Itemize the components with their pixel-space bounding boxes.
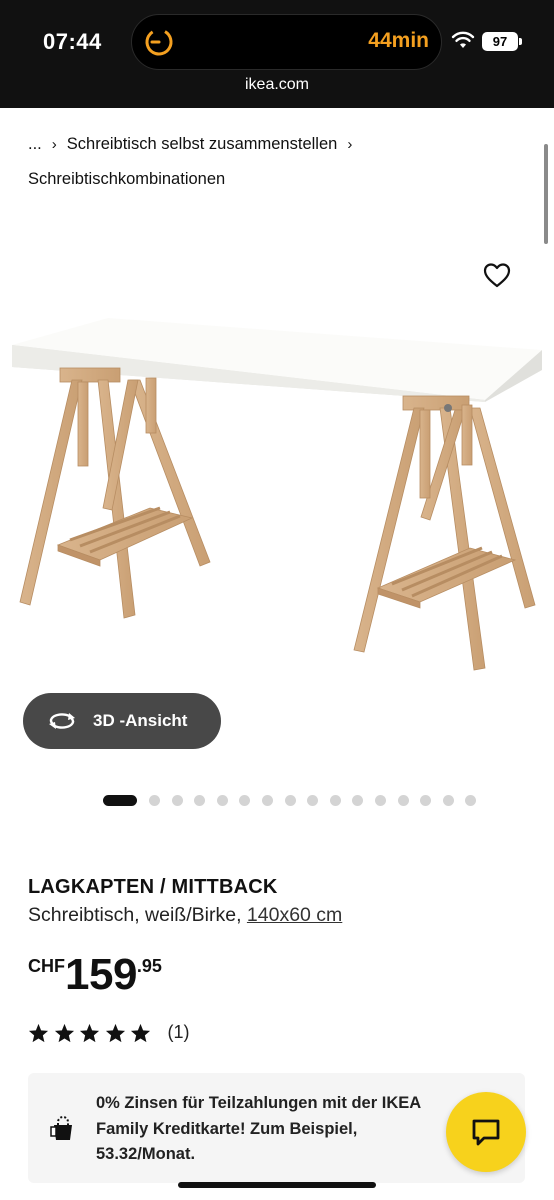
- star-icon: [105, 1023, 125, 1042]
- battery-indicator: 97: [482, 32, 522, 51]
- product-description-text: Schreibtisch, weiß/Birke,: [28, 904, 247, 926]
- carousel-dot[interactable]: [329, 794, 341, 806]
- browser-url[interactable]: ikea.com: [0, 76, 554, 94]
- carousel-dot[interactable]: [374, 794, 386, 806]
- view-3d-button[interactable]: 3D -Ansicht: [23, 693, 221, 749]
- breadcrumb: ... › Schreibtisch selbst zusammenstellen ›…: [28, 127, 518, 196]
- carousel-dot[interactable]: [171, 794, 183, 806]
- carousel-dot[interactable]: [194, 794, 206, 806]
- carousel-dot[interactable]: [397, 794, 409, 806]
- price-main: 159: [65, 950, 137, 999]
- product-price: CHF 159 .95: [28, 952, 162, 998]
- wifi-icon: [451, 31, 475, 48]
- carousel-dot[interactable]: [261, 794, 273, 806]
- rating-count: (1): [167, 1022, 190, 1042]
- status-bar: 07:44 44min 97 ikea.com: [0, 0, 554, 108]
- price-decimal: .95: [136, 956, 162, 976]
- price-currency: CHF: [28, 956, 65, 976]
- carousel-dot[interactable]: [103, 794, 137, 806]
- star-icon: [28, 1023, 49, 1042]
- star-icon: [54, 1023, 74, 1042]
- shopping-bag-icon: [50, 1116, 72, 1140]
- breadcrumb-item-desk-combinations[interactable]: Schreibtischkombinationen: [28, 170, 225, 188]
- star-icon: [130, 1023, 151, 1042]
- star-icon: [79, 1023, 100, 1042]
- status-time: 07:44: [43, 29, 102, 54]
- financing-text: 0% Zinsen für Teilzahlungen mit der IKEA…: [96, 1094, 421, 1163]
- carousel-dot[interactable]: [149, 794, 160, 806]
- chat-icon: [472, 1119, 500, 1146]
- product-description: Schreibtisch, weiß/Birke, 140x60 cm: [28, 904, 342, 927]
- breadcrumb-ellipsis[interactable]: ...: [28, 135, 42, 153]
- carousel-dot[interactable]: [420, 794, 432, 806]
- carousel-dot[interactable]: [307, 794, 319, 806]
- dynamic-island[interactable]: 44min: [131, 14, 442, 70]
- breadcrumb-item-desk-configurator[interactable]: Schreibtisch selbst zusammenstellen: [67, 135, 338, 153]
- carousel-dot[interactable]: [465, 794, 477, 806]
- heart-icon[interactable]: [483, 262, 511, 288]
- carousel-dot[interactable]: [284, 794, 296, 806]
- carousel-dot[interactable]: [442, 794, 454, 806]
- product-rating[interactable]: (1): [28, 1022, 190, 1043]
- product-name: LAGKAPTEN / MITTBACK: [28, 876, 278, 898]
- scrollbar[interactable]: [544, 144, 548, 244]
- timer-label: 44min: [368, 29, 429, 52]
- carousel-dot[interactable]: [352, 794, 364, 806]
- timer-icon: [145, 28, 173, 56]
- product-size-link[interactable]: 140x60 cm: [247, 904, 342, 926]
- rotate-icon: [49, 713, 75, 729]
- chat-button[interactable]: [446, 1092, 526, 1172]
- chevron-right-icon: ›: [347, 136, 353, 153]
- chevron-right-icon: ›: [51, 136, 57, 153]
- home-indicator: [178, 1182, 376, 1188]
- image-carousel-dots: [103, 794, 488, 806]
- view-3d-label: 3D -Ansicht: [93, 711, 188, 730]
- carousel-dot[interactable]: [216, 794, 228, 806]
- product-image[interactable]: [0, 300, 554, 690]
- carousel-dot[interactable]: [239, 794, 251, 806]
